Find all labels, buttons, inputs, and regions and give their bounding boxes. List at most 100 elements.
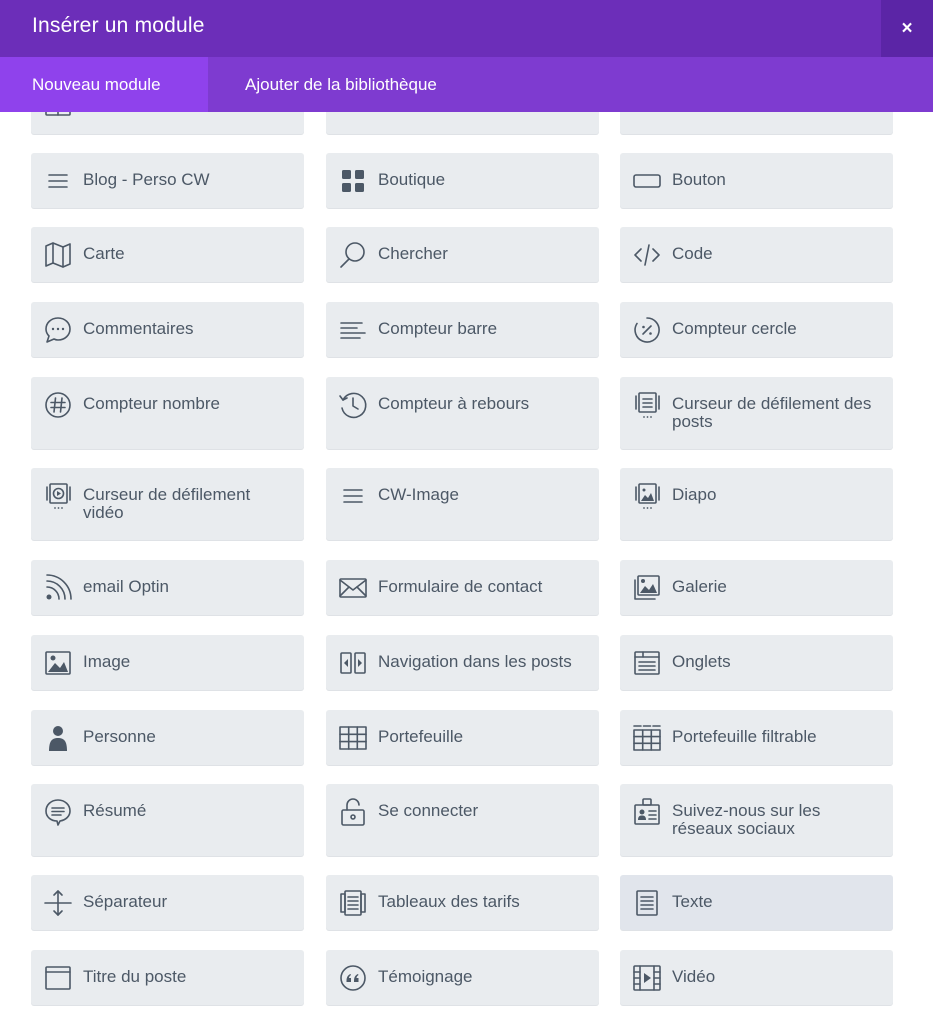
module-tile[interactable]: Diapo (620, 468, 893, 540)
hamburger-icon (43, 166, 73, 196)
module-label: Compteur cercle (672, 319, 797, 338)
module-label: Suivez-nous sur les réseaux sociaux (672, 801, 821, 838)
module-tile[interactable]: Compteur à rebours (326, 377, 599, 449)
module-tile[interactable]: Blog - Perso CW (31, 153, 304, 208)
module-tile[interactable]: Commentaires (31, 302, 304, 357)
module-tile-partial[interactable] (326, 112, 599, 134)
module-tile[interactable]: Vidéo (620, 950, 893, 1005)
module-tile[interactable]: Suivez-nous sur les réseaux sociaux (620, 784, 893, 856)
module-label: Boutique (378, 170, 446, 189)
hamburger-icon (338, 481, 368, 511)
module-tile[interactable]: CW-Image (326, 468, 599, 540)
module-tile[interactable]: Texte (620, 875, 893, 930)
module-tile[interactable]: Témoignage (326, 950, 599, 1005)
module-label: Texte (672, 892, 713, 911)
post-title-icon (43, 963, 73, 993)
video-icon (632, 963, 662, 993)
module-tile[interactable]: Compteur nombre (31, 377, 304, 449)
module-tile[interactable]: Galerie (620, 560, 893, 615)
hash-icon (43, 390, 73, 420)
module-label: Commentaires (83, 319, 194, 338)
module-tile-partial[interactable] (620, 112, 893, 134)
filterable-portfolio-icon (632, 723, 662, 753)
module-label: Compteur nombre (83, 394, 221, 413)
module-label: Tableaux des tarifs (378, 892, 520, 911)
module-tile[interactable]: Portefeuille filtrable (620, 710, 893, 765)
layout-icon (632, 112, 662, 118)
module-label: Blog - Perso CW (83, 170, 210, 189)
rss-icon (43, 573, 73, 603)
module-label: Titre du poste (83, 967, 187, 986)
pricing-table-icon (338, 888, 368, 918)
module-label: Compteur barre (378, 319, 498, 338)
layout-icon (338, 112, 368, 118)
module-tile[interactable]: Séparateur (31, 875, 304, 930)
person-icon (43, 723, 73, 753)
module-label: Chercher (378, 244, 448, 263)
module-label: Témoignage (378, 967, 473, 986)
module-label: Se connecter (378, 801, 479, 820)
text-icon (632, 888, 662, 918)
module-tile[interactable]: Tableaux des tarifs (326, 875, 599, 930)
envelope-icon (338, 573, 368, 603)
module-tile[interactable]: Personne (31, 710, 304, 765)
module-tile[interactable]: Titre du poste (31, 950, 304, 1005)
layout-icon (43, 112, 73, 118)
module-tile[interactable]: Onglets (620, 635, 893, 690)
module-tile[interactable]: Curseur de défilement vidéo (31, 468, 304, 540)
close-button[interactable]: × (881, 0, 933, 57)
grid-icon (338, 166, 368, 196)
module-tile[interactable]: Carte (31, 227, 304, 282)
summary-icon (43, 797, 73, 827)
module-label: Compteur à rebours (378, 394, 530, 413)
module-tile[interactable]: Boutique (326, 153, 599, 208)
comment-icon (43, 315, 73, 345)
quote-icon (338, 963, 368, 993)
tab-new-module[interactable]: Nouveau module (0, 57, 208, 112)
post-navigation-icon (338, 648, 368, 678)
module-label: Personne (83, 727, 156, 746)
button-icon (632, 166, 662, 196)
image-icon (43, 648, 73, 678)
module-tile-partial[interactable] (31, 112, 304, 134)
search-icon (338, 240, 368, 270)
portfolio-grid-icon (338, 723, 368, 753)
module-tile[interactable]: Portefeuille (326, 710, 599, 765)
module-label: email Optin (83, 577, 169, 596)
module-label: Image (83, 652, 131, 671)
module-label: Curseur de défilement vidéo (83, 485, 251, 522)
tabs-icon (632, 648, 662, 678)
module-tile[interactable]: email Optin (31, 560, 304, 615)
module-tile[interactable]: Code (620, 227, 893, 282)
module-tile[interactable]: Formulaire de contact (326, 560, 599, 615)
post-slider-icon (632, 390, 662, 420)
dialog-title: Insérer un module (32, 14, 205, 37)
divider-icon (43, 888, 73, 918)
social-badge-icon (632, 797, 662, 827)
gallery-icon (632, 573, 662, 603)
module-label: Carte (83, 244, 125, 263)
module-label: Portefeuille filtrable (672, 727, 817, 746)
module-tile[interactable]: Se connecter (326, 784, 599, 856)
module-label: Onglets (672, 652, 731, 671)
code-icon (632, 240, 662, 270)
module-label: Bouton (672, 170, 726, 189)
module-label: Résumé (83, 801, 147, 820)
unlock-icon (338, 797, 368, 827)
module-tile[interactable]: Résumé (31, 784, 304, 856)
module-tile[interactable]: Chercher (326, 227, 599, 282)
module-tile[interactable]: Compteur cercle (620, 302, 893, 357)
module-tile[interactable]: Bouton (620, 153, 893, 208)
module-tile[interactable]: Compteur barre (326, 302, 599, 357)
module-grid: Blog - Perso CW Boutique Bouton Carte Cherch… (0, 112, 933, 1024)
module-tile[interactable]: Image (31, 635, 304, 690)
slider-icon (632, 481, 662, 511)
module-label: Code (672, 244, 713, 263)
tab-add-from-library[interactable]: Ajouter de la bibliothèque (213, 57, 469, 112)
module-label: Navigation dans les posts (378, 652, 572, 671)
video-slider-icon (43, 481, 73, 511)
module-label: Galerie (672, 577, 727, 596)
module-tile[interactable]: Curseur de défilement des posts (620, 377, 893, 449)
module-label: Curseur de défilement des posts (672, 394, 872, 431)
module-tile[interactable]: Navigation dans les posts (326, 635, 599, 690)
